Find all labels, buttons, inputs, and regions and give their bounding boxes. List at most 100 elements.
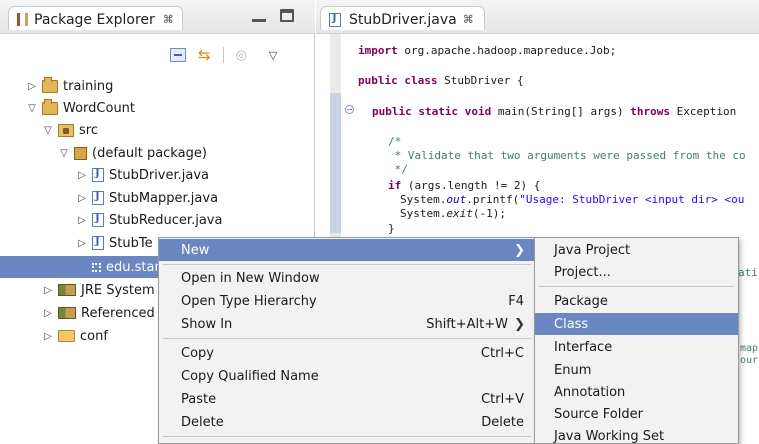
package-explorer-icon bbox=[17, 13, 28, 26]
java-file-icon bbox=[92, 213, 104, 227]
submenu-item-interface[interactable]: Interface bbox=[535, 336, 738, 358]
submenu-arrow-icon: ❯ bbox=[514, 242, 525, 258]
tree-item-label: (default package) bbox=[92, 145, 207, 161]
expand-icon[interactable]: ▷ bbox=[76, 193, 88, 204]
editor-tabbar: StubDriver.java ⌘ bbox=[316, 0, 759, 34]
minimize-icon[interactable] bbox=[252, 10, 266, 22]
close-tab-icon[interactable]: ⌘ bbox=[463, 13, 474, 26]
menu-separator bbox=[163, 436, 531, 437]
expand-icon[interactable]: ▷ bbox=[42, 331, 54, 342]
code-line[interactable]: if (args.length != 2) { bbox=[388, 179, 540, 192]
focus-icon[interactable]: ◎ bbox=[236, 48, 247, 63]
submenu-item-annotation[interactable]: Annotation bbox=[535, 381, 738, 403]
editor-tab-stubdriver[interactable]: StubDriver.java ⌘ bbox=[320, 6, 485, 30]
tree-item-stubdriver[interactable]: ▷ StubDriver.java bbox=[0, 164, 315, 186]
menu-item-label: Copy bbox=[181, 345, 214, 361]
submenu-item-package[interactable]: Package bbox=[535, 290, 738, 312]
expand-icon[interactable]: ▷ bbox=[76, 238, 88, 249]
submenu-item-source-folder[interactable]: Source Folder bbox=[535, 403, 738, 425]
tree-item-label: StubDriver.java bbox=[109, 167, 210, 183]
collapse-icon[interactable]: ▽ bbox=[26, 103, 38, 114]
tree-item-label: StubMapper.java bbox=[109, 190, 219, 206]
project-icon bbox=[42, 76, 58, 93]
menu-item-shortcut: Delete bbox=[481, 414, 524, 430]
library-icon bbox=[58, 284, 76, 296]
context-menu: New ❯ Open in New Window Open Type Hiera… bbox=[158, 237, 535, 444]
expand-icon[interactable]: ▷ bbox=[76, 215, 88, 226]
menu-item-label: Class bbox=[554, 316, 589, 332]
code-line[interactable]: System.out.printf("Usage: StubDriver <in… bbox=[400, 193, 744, 206]
tree-item-wordcount[interactable]: ▽ WordCount bbox=[0, 97, 315, 119]
menu-item-label: New bbox=[181, 242, 210, 258]
toolbar-separator bbox=[222, 47, 224, 63]
maximize-icon[interactable] bbox=[280, 9, 294, 22]
package-explorer-toolbar: ⇆ ◎ ▽ bbox=[170, 44, 277, 66]
tree-item-label: training bbox=[63, 78, 114, 94]
package-explorer-tabbar: Package Explorer ⌘ bbox=[0, 0, 315, 34]
package-icon bbox=[92, 262, 101, 272]
code-line[interactable]: public class StubDriver { bbox=[358, 74, 524, 87]
menu-item-copy[interactable]: Copy Ctrl+C bbox=[159, 342, 534, 364]
submenu-item-java-project[interactable]: Java Project bbox=[535, 239, 738, 261]
menu-separator bbox=[163, 338, 531, 339]
code-line[interactable]: System.exit(-1); bbox=[400, 207, 506, 220]
menu-item-label: Annotation bbox=[554, 384, 626, 400]
tree-item-label: WordCount bbox=[63, 100, 136, 116]
submenu-item-class[interactable]: Class bbox=[535, 313, 738, 335]
menu-item-shortcut: Shift+Alt+W bbox=[426, 316, 508, 332]
tree-item-training[interactable]: ▷ training bbox=[0, 75, 315, 97]
menu-item-open-type-hierarchy[interactable]: Open Type Hierarchy F4 bbox=[159, 290, 534, 312]
java-file-icon bbox=[92, 168, 104, 182]
tree-item-label: StubTe bbox=[109, 235, 153, 251]
code-comment-line[interactable]: */ bbox=[388, 163, 408, 176]
tree-item-default-package[interactable]: ▽ (default package) bbox=[0, 142, 315, 164]
menu-item-label: Open Type Hierarchy bbox=[181, 293, 317, 309]
menu-item-show-in[interactable]: Show In Shift+Alt+W ❯ bbox=[159, 313, 534, 335]
menu-item-copy-qualified-name[interactable]: Copy Qualified Name bbox=[159, 365, 534, 387]
code-comment-line[interactable]: /* bbox=[388, 135, 401, 148]
link-with-editor-icon[interactable]: ⇆ bbox=[198, 48, 211, 63]
tree-item-stubreducer[interactable]: ▷ StubReducer.java bbox=[0, 209, 315, 231]
package-explorer-tab[interactable]: Package Explorer ⌘ bbox=[8, 6, 183, 30]
code-line[interactable]: public static void main(String[] args) t… bbox=[372, 105, 736, 118]
close-tab-icon[interactable]: ⌘ bbox=[163, 13, 174, 26]
submenu-item-project[interactable]: Project... bbox=[535, 261, 738, 283]
tree-item-src[interactable]: ▽ src bbox=[0, 119, 315, 141]
code-line[interactable]: } bbox=[388, 222, 395, 235]
tree-item-label: Referenced L bbox=[81, 305, 167, 321]
submenu-item-enum[interactable]: Enum bbox=[535, 359, 738, 381]
view-menu-icon[interactable]: ▽ bbox=[269, 49, 277, 62]
menu-item-new[interactable]: New ❯ bbox=[159, 239, 534, 261]
expand-icon[interactable]: ▷ bbox=[42, 308, 54, 319]
tree-item-label: JRE System L bbox=[81, 282, 167, 298]
java-file-icon bbox=[92, 191, 104, 205]
menu-item-shortcut: Ctrl+C bbox=[480, 345, 524, 361]
menu-item-open-in-new-window[interactable]: Open in New Window bbox=[159, 267, 534, 289]
menu-item-label: Delete bbox=[181, 414, 224, 430]
menu-item-paste[interactable]: Paste Ctrl+V bbox=[159, 388, 534, 410]
tree-item-label: conf bbox=[80, 328, 108, 344]
collapse-all-icon[interactable] bbox=[170, 48, 186, 62]
collapse-icon[interactable]: ▽ bbox=[42, 125, 54, 136]
menu-item-label: Package bbox=[554, 293, 608, 309]
collapse-icon[interactable]: ▽ bbox=[58, 148, 70, 159]
expand-icon[interactable]: ▷ bbox=[26, 81, 38, 92]
code-peek-text: map bbox=[740, 343, 759, 354]
fold-toggle-icon[interactable]: − bbox=[345, 105, 354, 114]
menu-item-shortcut: F4 bbox=[508, 293, 524, 309]
package-icon bbox=[74, 146, 87, 160]
code-line[interactable]: import org.apache.hadoop.mapreduce.Job; bbox=[358, 44, 616, 57]
new-submenu: Java Project Project... Package Class In… bbox=[534, 237, 739, 444]
editor-ruler-highlight bbox=[330, 93, 341, 233]
submenu-item-java-working-set[interactable]: Java Working Set bbox=[535, 425, 738, 444]
tree-item-label: src bbox=[79, 122, 98, 138]
menu-item-label: Open in New Window bbox=[181, 270, 320, 286]
code-comment-line[interactable]: * Validate that two arguments were passe… bbox=[388, 149, 746, 162]
tree-item-stubmapper[interactable]: ▷ StubMapper.java bbox=[0, 187, 315, 209]
menu-item-label: Interface bbox=[554, 339, 613, 355]
menu-item-label: Paste bbox=[181, 391, 217, 407]
menu-item-delete[interactable]: Delete Delete bbox=[159, 411, 534, 433]
expand-icon[interactable]: ▷ bbox=[76, 170, 88, 181]
java-file-icon bbox=[92, 236, 104, 250]
expand-icon[interactable]: ▷ bbox=[42, 285, 54, 296]
